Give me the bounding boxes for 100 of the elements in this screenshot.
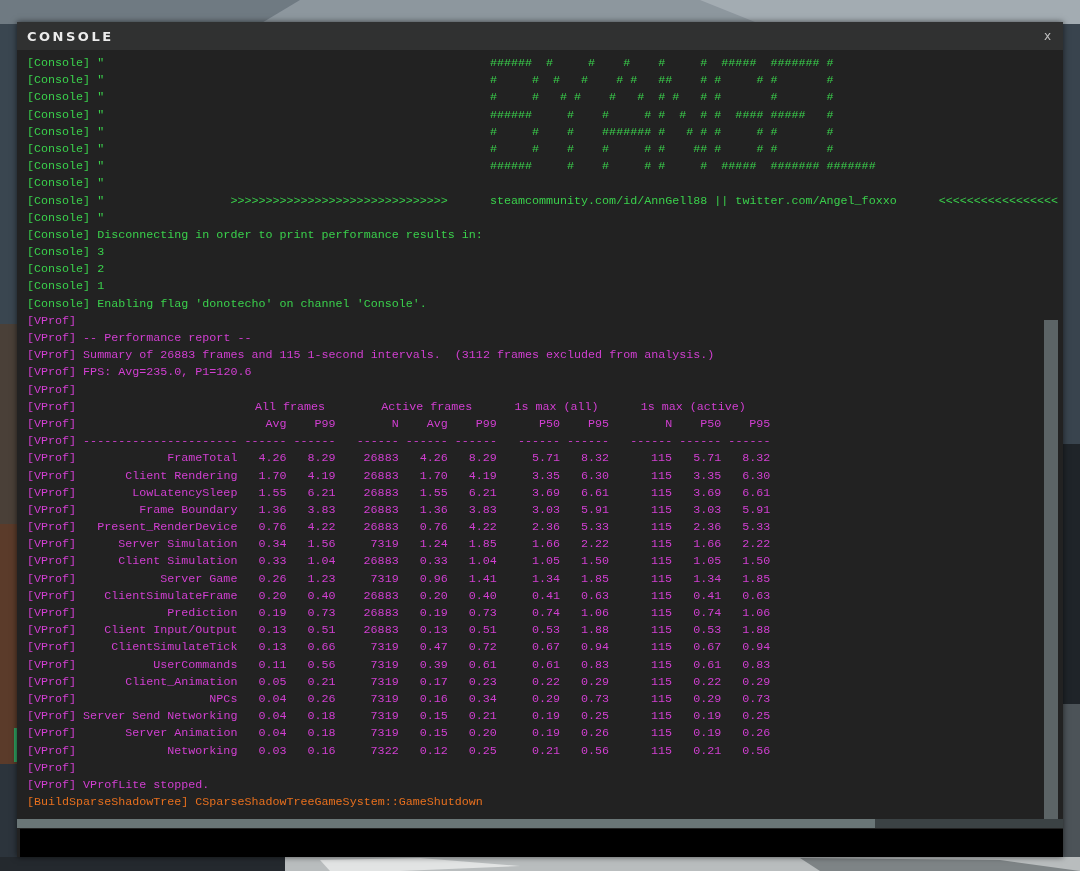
- table-cell-text: 0.26: [306, 690, 336, 708]
- table-cell-text: 8.32: [579, 450, 609, 468]
- table-cell-text: 0.15: [418, 708, 448, 726]
- column-group-header: All frames: [253, 398, 327, 416]
- table-cell-text: 0.23: [467, 673, 497, 691]
- log-text: 1: [97, 278, 105, 296]
- column-header: N: [390, 415, 399, 433]
- log-channel: [VProf]: [27, 605, 77, 622]
- table-cell-text: 7319: [369, 690, 399, 708]
- table-cell-text: 2.36: [530, 519, 560, 537]
- table-cell-text: 0.19: [530, 725, 560, 743]
- log-channel: [Console]: [27, 244, 91, 262]
- input-field[interactable]: [20, 829, 1063, 857]
- log-channel: [Console]: [27, 72, 91, 90]
- table-cell-text: 0.19: [692, 708, 722, 726]
- table-cell-text: 0.47: [418, 639, 448, 657]
- table-cell-text: 0.16: [418, 690, 448, 708]
- table-cell-text: 0.53: [530, 622, 560, 640]
- table-cell-text: 1.70: [418, 467, 448, 485]
- log-channel: [Console]: [27, 278, 91, 296]
- horizontal-scrollbar[interactable]: [17, 819, 875, 828]
- table-cell-text: 1.24: [418, 536, 448, 554]
- log-text: ": [97, 89, 105, 107]
- column-header: P99: [313, 415, 336, 433]
- metric-name: Client Simulation: [117, 553, 238, 571]
- log-text: Disconnecting in order to print performance results in:: [97, 226, 483, 244]
- log-channel: [Console]: [27, 295, 91, 313]
- column-header: P99: [474, 415, 497, 433]
- table-cell-text: 0.74: [530, 605, 560, 622]
- vertical-scrollbar[interactable]: [1044, 320, 1058, 819]
- log-channel: [VProf]: [27, 570, 77, 588]
- column-group-header: 1s max (all): [513, 398, 600, 416]
- table-cell-text: 5.33: [741, 519, 771, 537]
- log-channel: [BuildSparseShadowTree]: [27, 794, 189, 812]
- table-cell-text: 0.18: [306, 708, 336, 726]
- log-channel: [VProf]: [27, 708, 77, 726]
- log-channel: [VProf]: [27, 347, 77, 365]
- table-cell-text: 3.35: [692, 467, 722, 485]
- table-cell-text: 1.70: [257, 467, 287, 485]
- log-channel: [VProf]: [27, 433, 77, 451]
- table-cell-text: 0.67: [530, 639, 560, 657]
- table-cell-text: 6.21: [467, 484, 497, 502]
- table-cell-text: 0.29: [530, 690, 560, 708]
- table-cell-text: 7319: [369, 708, 399, 726]
- table-cell-text: 0.13: [257, 639, 287, 657]
- table-cell-text: 0.22: [530, 673, 560, 691]
- table-cell-text: 115: [650, 519, 673, 537]
- log-channel: [Console]: [27, 55, 91, 72]
- table-cell-text: 26883: [362, 467, 399, 485]
- log-channel: [VProf]: [27, 776, 77, 794]
- table-cell-text: 3.69: [692, 484, 722, 502]
- log-channel: [VProf]: [27, 656, 77, 674]
- metric-name: Server Simulation: [117, 536, 238, 554]
- table-cell-text: 3.35: [530, 467, 560, 485]
- table-cell-text: 0.25: [467, 742, 497, 760]
- column-header: Avg: [425, 415, 448, 433]
- table-cell-text: 0.61: [692, 656, 722, 674]
- table-cell-text: 0.15: [418, 725, 448, 743]
- log-channel: [VProf]: [27, 725, 77, 743]
- column-header: P50: [537, 415, 560, 433]
- table-cell-text: 0.34: [257, 536, 287, 554]
- log-channel: [VProf]: [27, 312, 77, 330]
- log-channel: [VProf]: [27, 398, 77, 416]
- log-text: -- Performance report --: [83, 330, 252, 347]
- table-cell-text: 4.26: [257, 450, 287, 468]
- metric-name: ClientSimulateTick: [110, 639, 238, 657]
- table-cell-text: 8.32: [741, 450, 771, 468]
- table-cell-text: 3.03: [530, 501, 560, 519]
- close-button[interactable]: x: [1041, 29, 1053, 43]
- table-cell-text: 115: [650, 622, 673, 640]
- table-cell-text: 2.36: [692, 519, 722, 537]
- table-cell-text: 115: [650, 553, 673, 571]
- table-cell-text: 1.85: [467, 536, 497, 554]
- table-cell-text: 0.18: [306, 725, 336, 743]
- table-cell-text: 1.36: [257, 501, 287, 519]
- log-text: 3: [97, 244, 105, 262]
- table-cell-text: 115: [650, 605, 673, 622]
- dash-rule: ---------------------- ------ ------ ------ ------ ------ ------ ------ ------ ------ ------: [83, 433, 771, 451]
- log-text: steamcommunity.com/id/AnnGell88 || twitter.com/Angel_foxxo: [489, 192, 897, 210]
- log-text: 2: [97, 261, 105, 279]
- log-channel: [VProf]: [27, 759, 77, 777]
- table-cell-text: 26883: [362, 587, 399, 605]
- table-cell-text: 5.71: [530, 450, 560, 468]
- metric-name: Server Game: [159, 570, 238, 588]
- table-cell-text: 0.53: [692, 622, 722, 640]
- table-cell-text: 4.26: [418, 450, 448, 468]
- table-cell-text: 0.39: [418, 656, 448, 674]
- table-cell-text: 26883: [362, 484, 399, 502]
- table-cell-text: 0.19: [692, 725, 722, 743]
- log-channel: [Console]: [27, 175, 91, 193]
- table-cell-text: 0.33: [418, 553, 448, 571]
- table-cell-text: 1.36: [418, 501, 448, 519]
- table-cell-text: 0.74: [692, 605, 722, 622]
- log-text: Summary of 26883 frames and 115 1-second intervals. (3112 frames excluded from analysis.): [83, 347, 715, 365]
- table-cell-text: 2.22: [741, 536, 771, 554]
- table-cell-text: 7319: [369, 673, 399, 691]
- table-cell-text: 0.56: [741, 742, 771, 760]
- table-cell-text: 0.96: [418, 570, 448, 588]
- table-cell-text: 0.20: [467, 725, 497, 743]
- table-cell-text: 0.16: [306, 742, 336, 760]
